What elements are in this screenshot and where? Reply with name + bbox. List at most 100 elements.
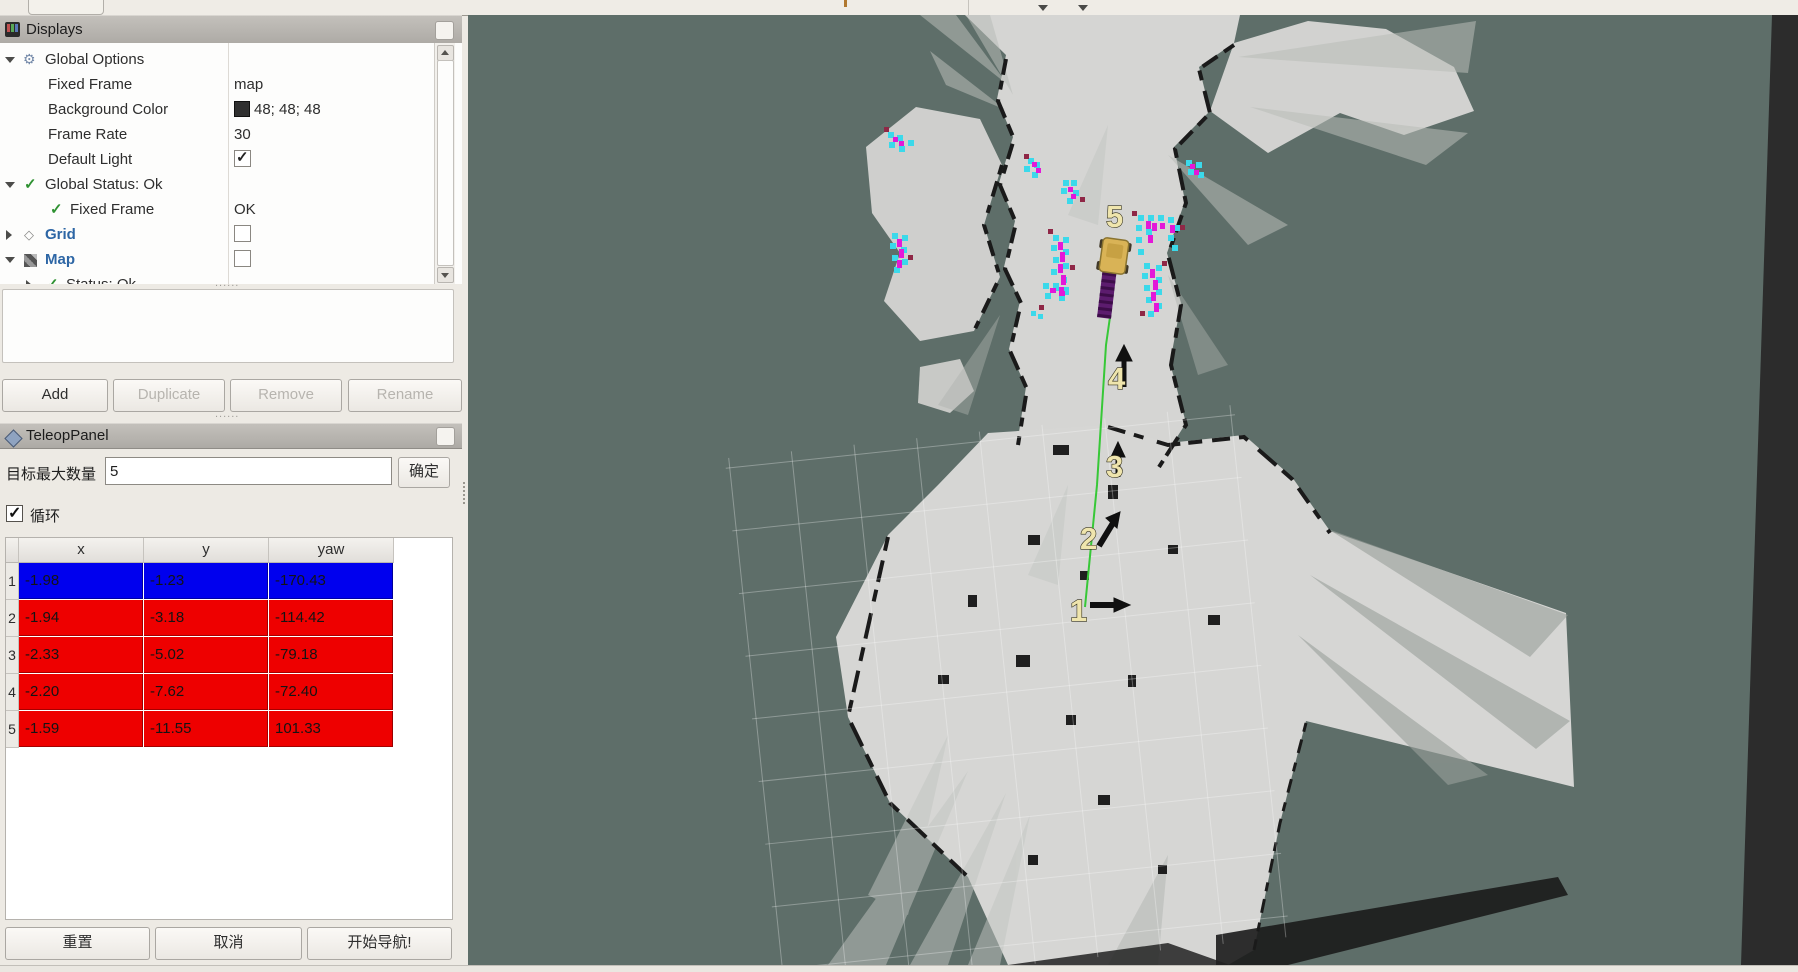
tree-label: Default Light	[48, 151, 132, 168]
tree-row-global-status[interactable]: ✓ Global Status: Ok	[0, 173, 434, 198]
robot-model	[1096, 237, 1132, 275]
goal-count-label: 目标最大数量	[6, 463, 96, 484]
waypoint-label-2: 2	[1080, 521, 1097, 556]
confirm-button[interactable]: 确定	[398, 457, 450, 488]
tree-row-background-color[interactable]: Background Color 48; 48; 48	[0, 98, 434, 123]
loop-checkbox[interactable]	[6, 505, 23, 522]
tree-row-fixed-frame[interactable]: Fixed Frame map	[0, 73, 434, 98]
chevron-down-icon[interactable]	[1038, 5, 1048, 11]
toolbar-separator	[968, 0, 969, 15]
index-column-header[interactable]	[6, 538, 19, 563]
panel-float-button[interactable]	[435, 21, 454, 40]
row-index[interactable]: 4	[6, 674, 19, 711]
tree-row-default-light[interactable]: Default Light	[0, 148, 434, 173]
scrollbar-thumb[interactable]	[437, 60, 454, 266]
row-index[interactable]: 3	[6, 637, 19, 674]
rviz-window: Displays ⚙ Global Options Fixed Frame ma…	[0, 0, 1798, 972]
column-header-y[interactable]: y	[144, 538, 269, 563]
panel-float-button[interactable]	[436, 427, 455, 446]
scroll-down-button[interactable]	[437, 267, 454, 283]
expand-arrow-icon[interactable]	[5, 182, 15, 188]
tree-row-fixed-frame-status[interactable]: ✓ Fixed Frame OK	[0, 198, 434, 223]
rename-button[interactable]: Rename	[348, 379, 462, 412]
tree-label: Fixed Frame	[48, 76, 132, 93]
color-swatch[interactable]	[234, 101, 250, 117]
waypoint-label-5: 5	[1106, 199, 1123, 234]
remove-button[interactable]: Remove	[230, 379, 342, 412]
gear-icon: ⚙	[23, 51, 36, 68]
table-cell[interactable]: -2.33	[19, 637, 143, 673]
displays-tree[interactable]: ⚙ Global Options Fixed Frame map Backgro…	[0, 43, 462, 284]
tree-label: Global Options	[45, 51, 144, 68]
table-cell[interactable]: -7.62	[144, 674, 268, 710]
table-cell[interactable]: -1.59	[19, 711, 143, 747]
table-cell[interactable]: -72.40	[269, 674, 393, 710]
status-ok-check-icon: ✓	[50, 200, 63, 218]
cancel-button[interactable]: 取消	[155, 927, 302, 960]
panel-splitter[interactable]	[0, 415, 462, 420]
expand-arrow-icon[interactable]	[5, 257, 15, 263]
tree-value: OK	[234, 201, 256, 218]
tree-value[interactable]: map	[234, 76, 263, 93]
map-display-icon	[24, 254, 37, 267]
expand-arrow-icon[interactable]	[5, 57, 15, 63]
table-cell[interactable]: -1.94	[19, 600, 143, 636]
row-index[interactable]: 2	[6, 600, 19, 637]
tree-row-frame-rate[interactable]: Frame Rate 30	[0, 123, 434, 148]
grid-display-icon: ◇	[24, 227, 34, 243]
tree-label: Frame Rate	[48, 126, 127, 143]
grid-enabled-checkbox[interactable]	[234, 225, 251, 242]
teleop-panel-title: TeleopPanel	[26, 427, 109, 444]
waypoint-table[interactable]: x y yaw 1 -1.98 -1.23 -170.43 2 -1.94 -3…	[5, 537, 453, 920]
column-header-x[interactable]: x	[19, 538, 144, 563]
column-header-yaw[interactable]: yaw	[269, 538, 394, 563]
tree-label: Map	[45, 251, 75, 268]
displays-panel-icon	[5, 22, 20, 37]
table-cell[interactable]: -1.98	[19, 563, 143, 599]
tree-row-grid[interactable]: ◇ Grid	[0, 223, 434, 248]
tree-scrollbar[interactable]	[434, 43, 455, 284]
map-canvas[interactable]: 5 4 3 2 1	[468, 15, 1798, 965]
table-cell[interactable]: -79.18	[269, 637, 393, 673]
tree-label: Background Color	[48, 101, 168, 118]
tree-row-map[interactable]: Map	[0, 248, 434, 273]
table-cell[interactable]: -5.02	[144, 637, 268, 673]
property-editor-area	[2, 289, 454, 363]
add-button[interactable]: Add	[2, 379, 108, 412]
scroll-up-button[interactable]	[437, 45, 454, 61]
table-cell[interactable]: -114.42	[269, 600, 393, 636]
table-cell[interactable]: -1.23	[144, 563, 268, 599]
toolbar-button-partial[interactable]	[28, 0, 104, 15]
table-cell[interactable]: -2.20	[19, 674, 143, 710]
window-bottom-strip	[0, 965, 1798, 972]
goal-count-input[interactable]	[105, 457, 392, 485]
status-ok-check-icon: ✓	[46, 275, 59, 284]
waypoint-label-3: 3	[1106, 449, 1123, 484]
table-cell[interactable]: -170.43	[269, 563, 393, 599]
reset-button[interactable]: 重置	[5, 927, 150, 960]
row-index[interactable]: 1	[6, 563, 19, 600]
duplicate-button[interactable]: Duplicate	[113, 379, 225, 412]
render-viewport[interactable]: 5 4 3 2 1	[468, 15, 1798, 965]
teleop-panel-titlebar[interactable]: TeleopPanel	[0, 423, 462, 449]
loop-label: 循环	[30, 505, 60, 526]
teleop-panel-icon	[4, 429, 22, 447]
tree-label: Fixed Frame	[70, 201, 154, 218]
start-navigation-button[interactable]: 开始导航!	[307, 927, 452, 960]
tree-row-global-options[interactable]: ⚙ Global Options	[0, 48, 434, 73]
default-light-checkbox[interactable]	[234, 150, 251, 167]
map-enabled-checkbox[interactable]	[234, 250, 251, 267]
row-index[interactable]: 5	[6, 711, 19, 748]
tree-label: Status: Ok	[66, 276, 136, 284]
table-cell[interactable]: 101.33	[269, 711, 393, 747]
status-ok-check-icon: ✓	[24, 175, 37, 193]
chevron-down-icon[interactable]	[1078, 5, 1088, 11]
tree-value[interactable]: 30	[234, 126, 251, 143]
collapse-arrow-icon[interactable]	[6, 230, 12, 240]
tree-value[interactable]: 48; 48; 48	[254, 101, 321, 118]
table-cell[interactable]: -11.55	[144, 711, 268, 747]
displays-panel-title: Displays	[26, 21, 83, 38]
table-cell[interactable]: -3.18	[144, 600, 268, 636]
waypoint-label-1: 1	[1070, 593, 1087, 628]
displays-panel-titlebar[interactable]: Displays	[0, 15, 462, 45]
